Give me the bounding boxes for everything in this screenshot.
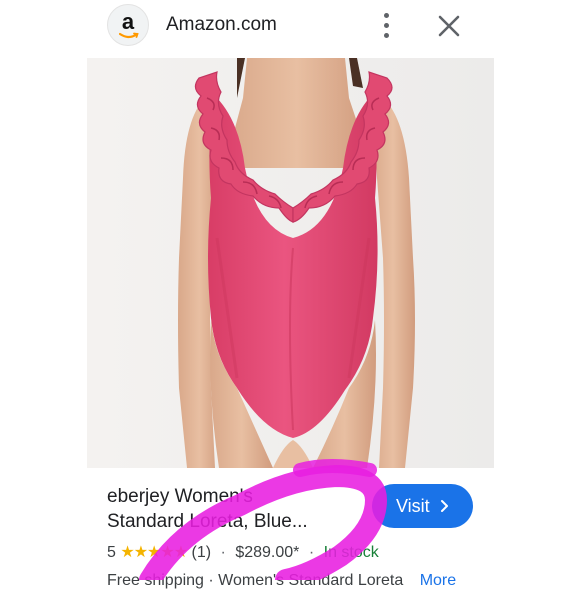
star-rating-icon: ★★★★★ bbox=[120, 544, 188, 561]
smile-arrow-icon bbox=[119, 32, 139, 39]
favicon-letter: a bbox=[121, 9, 135, 34]
cut-row-text: Free shipping · Women's Standard Loreta bbox=[107, 572, 404, 589]
visit-button[interactable]: Visit bbox=[372, 484, 473, 528]
product-title[interactable]: eberjey Women's Standard Loreta, Blue... bbox=[107, 484, 357, 534]
separator-dot: · bbox=[308, 544, 315, 561]
product-title-line-2: Standard Loreta, Blue... bbox=[107, 511, 308, 532]
review-count[interactable]: (1) bbox=[192, 544, 212, 561]
swimsuit-model-illustration bbox=[87, 58, 494, 468]
result-header: a Amazon.com bbox=[0, 0, 580, 52]
separator-dot: · bbox=[220, 544, 226, 561]
product-title-line-1: eberjey Women's bbox=[107, 486, 253, 507]
stock-status: In stock bbox=[323, 544, 379, 561]
chevron-right-icon bbox=[441, 500, 448, 512]
partially-visible-row: Free shipping · Women's Standard Loreta … bbox=[107, 570, 456, 592]
product-image[interactable] bbox=[87, 58, 494, 468]
more-link[interactable]: More bbox=[420, 572, 456, 589]
more-options-icon[interactable] bbox=[376, 12, 398, 40]
price: $289.00* bbox=[235, 544, 300, 561]
amazon-logo-icon[interactable]: a bbox=[107, 4, 149, 46]
visit-button-label: Visit bbox=[396, 496, 430, 516]
product-meta-row: 5 ★★★★★ (1) · $289.00* · In stock bbox=[107, 542, 379, 564]
close-icon[interactable] bbox=[436, 13, 462, 39]
rating-value: 5 bbox=[107, 544, 116, 561]
site-name[interactable]: Amazon.com bbox=[166, 13, 277, 37]
